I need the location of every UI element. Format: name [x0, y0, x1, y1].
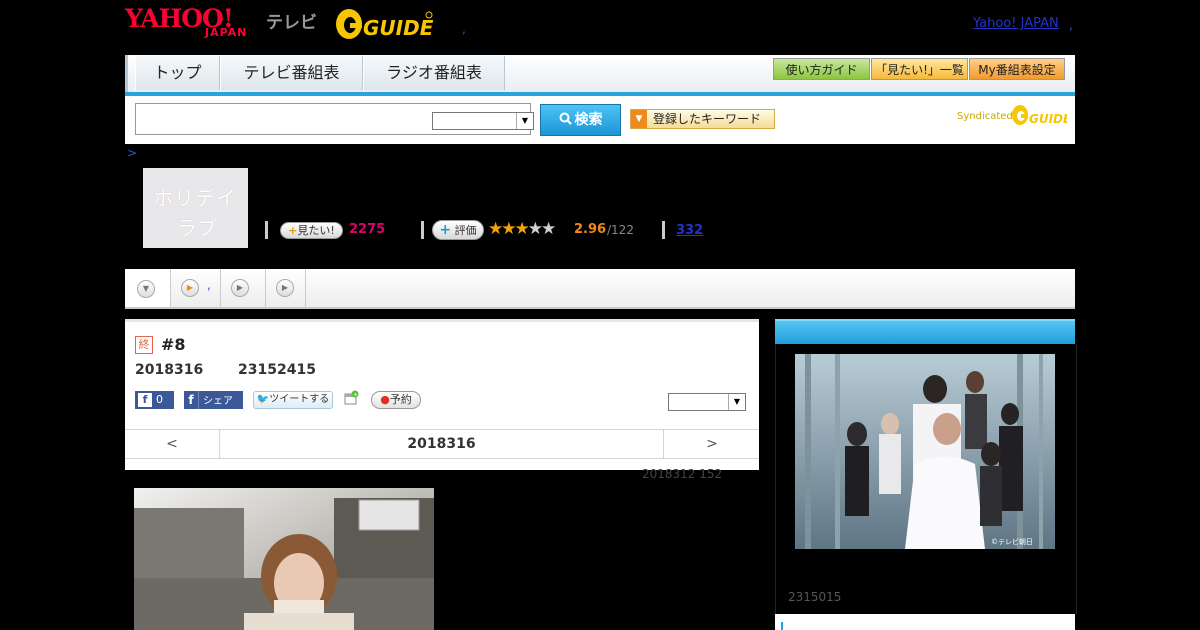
nav-tab-tv-schedule[interactable]: テレビ番組表	[220, 56, 363, 90]
separator	[265, 221, 268, 239]
facebook-icon: f	[184, 391, 199, 409]
play-icon: ▶	[276, 279, 294, 297]
end-badge: 終	[135, 336, 153, 354]
syndicated-label: Syndicated	[957, 111, 1013, 122]
episode-number: #8	[161, 335, 186, 354]
my-schedule-settings-button[interactable]: My番組表設定	[969, 58, 1065, 80]
gguide-logo[interactable]: GUIDE	[335, 6, 435, 42]
search-bar: ▼ 検索 ▼ 登録したキーワード Syndicated GUIDE	[125, 96, 1075, 144]
chevron-down-icon[interactable]: ▼	[516, 113, 533, 129]
separator	[421, 221, 424, 239]
svg-text:+: +	[353, 392, 358, 399]
facebook-like-button[interactable]: f0	[135, 391, 174, 409]
tab-episode-list[interactable]: ▼	[125, 269, 171, 307]
review-count-link[interactable]: 332	[676, 223, 703, 238]
tab-dot: ,	[207, 278, 211, 292]
facebook-icon: f	[138, 393, 152, 407]
rating-stars: ★★★★★	[488, 219, 556, 239]
main-nav-bar: トップ テレビ番組表 ラジオ番組表 使い方ガイド 「見たい!」一覧 My番組表設…	[125, 55, 1075, 96]
breadcrumb[interactable]: >	[127, 146, 137, 160]
triangle-down-icon: ▼	[631, 110, 647, 128]
star-icon-empty: ★	[541, 219, 556, 239]
page: YAHOO! JAPAN テレビ GUIDE , Yahoo! JAPAN , …	[0, 0, 1200, 630]
thumb-title-line1: ホリデイ	[153, 186, 237, 210]
update-note: 2018312 152	[642, 467, 723, 481]
reserve-label: 予約	[389, 393, 412, 406]
air-time: 23152415	[238, 362, 316, 378]
mitai-list-button[interactable]: 「見たい!」一覧	[871, 58, 968, 80]
star-icon-partial: ★	[514, 219, 530, 239]
footer-accent-bar	[781, 622, 783, 630]
chevron-down-icon: ▼	[137, 280, 155, 298]
record-dot-icon: ●	[380, 393, 390, 406]
episode-panel: 終 #8 2018316 23152415 f0 f シェア 🐦ツイートする + …	[125, 319, 759, 470]
tab-broadcast[interactable]: ▶ ,	[171, 269, 221, 307]
episode-photo	[134, 488, 434, 630]
twitter-bird-icon: 🐦	[256, 394, 270, 405]
header-dot: ,	[462, 22, 466, 36]
facebook-share-button[interactable]: f シェア	[184, 391, 243, 409]
mitai-count: 2275	[349, 222, 386, 237]
episode-select[interactable]: ▼	[668, 393, 746, 411]
search-button-label: 検索	[574, 112, 603, 128]
tweet-button[interactable]: 🐦ツイートする	[253, 391, 333, 409]
air-date: 2018316	[135, 362, 204, 378]
program-tab-strip: ▼ ▶ , ▶ ▶	[125, 269, 1075, 309]
tweet-label: ツイートする	[269, 394, 330, 405]
rating-button[interactable]: + 評価	[432, 220, 484, 240]
separator	[662, 221, 665, 239]
nav-tab-radio-schedule[interactable]: ラジオ番組表	[363, 56, 505, 90]
yahoo-logo-sub: JAPAN	[205, 26, 248, 39]
tab-more[interactable]: ▶	[266, 269, 306, 307]
usage-guide-button[interactable]: 使い方ガイド	[773, 58, 870, 80]
chevron-down-icon[interactable]: ▼	[728, 394, 745, 410]
nav-left-edge	[125, 55, 128, 92]
gguide-logo-text: GUIDE	[363, 16, 434, 40]
search-button[interactable]: 検索	[540, 104, 621, 136]
rating-count: /122	[607, 223, 634, 237]
header-dot-right: ,	[1069, 18, 1073, 32]
rating-value: 2.96	[574, 222, 607, 237]
plus-icon: +	[439, 222, 452, 238]
right-panel-header	[775, 319, 1075, 346]
calendar-add-icon[interactable]: +	[343, 390, 359, 406]
prev-episode-link[interactable]: <	[125, 430, 220, 458]
key-visual-copyright: ©テレビ朝日	[991, 537, 1033, 546]
right-panel-date: 2315015	[788, 590, 842, 604]
yahoo-japan-link[interactable]: Yahoo! JAPAN	[973, 16, 1059, 31]
search-category-select[interactable]: ▼	[432, 112, 534, 130]
episode-nav-date: 2018316	[407, 436, 476, 452]
program-key-visual[interactable]: ©テレビ朝日	[795, 354, 1055, 549]
play-icon: ▶	[181, 279, 199, 297]
tab-info[interactable]: ▶	[221, 269, 266, 307]
registered-keyword-label: 登録したキーワード	[653, 112, 762, 126]
mitai-button-label: 見たい!	[297, 224, 335, 237]
syndicated-logo-text: GUIDE	[1029, 112, 1067, 126]
episode-date-nav: < 2018316 >	[125, 429, 759, 459]
next-episode-link[interactable]: >	[663, 430, 760, 458]
star-icon-filled: ★	[488, 219, 503, 239]
nav-tab-top[interactable]: トップ	[135, 56, 220, 90]
facebook-share-label: シェア	[203, 396, 233, 407]
mitai-button[interactable]: +見たい!	[280, 222, 343, 239]
program-thumbnail[interactable]: ホリデイ ラブ	[143, 168, 248, 248]
right-panel-footer	[775, 614, 1075, 630]
plus-icon: +	[288, 224, 298, 237]
search-icon	[559, 112, 572, 125]
reserve-button[interactable]: ●予約	[371, 391, 421, 409]
facebook-like-count: 0	[156, 393, 163, 406]
play-icon: ▶	[231, 279, 249, 297]
star-icon-empty: ★	[527, 219, 543, 239]
star-icon-filled: ★	[501, 219, 516, 239]
tv-logo-label[interactable]: テレビ	[266, 8, 317, 33]
thumb-title-line2: ラブ	[177, 216, 217, 240]
rating-button-label: 評価	[454, 224, 477, 237]
registered-keyword-button[interactable]: ▼ 登録したキーワード	[630, 109, 775, 129]
syndicated-gguide-logo: GUIDE	[1012, 105, 1067, 126]
